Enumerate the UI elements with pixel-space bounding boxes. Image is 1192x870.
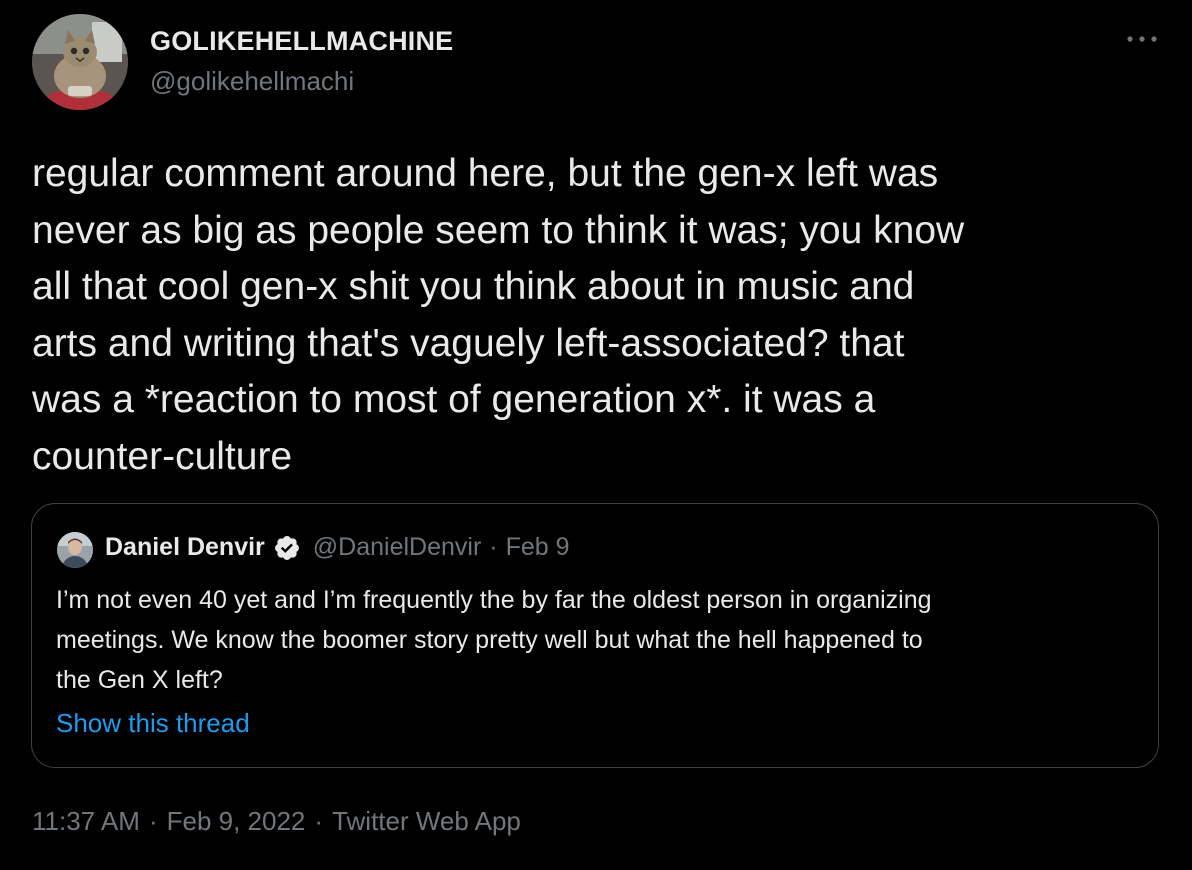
person-avatar-icon [57,532,93,568]
author-avatar[interactable] [32,14,128,110]
quoted-author-name[interactable]: Daniel Denvir [105,533,265,562]
quoted-tweet-text: I’m not even 40 yet and I’m frequently t… [56,586,932,694]
tweet-metadata: 11:37 AM · Feb 9, 2022 · Twitter Web App [32,806,521,837]
show-thread-link[interactable]: Show this thread [56,708,250,739]
ellipsis-icon [1127,36,1157,42]
more-options-button[interactable] [1122,24,1162,54]
verified-badge-icon [273,534,301,562]
separator-dot: · [148,806,158,836]
quoted-tweet-date[interactable]: Feb 9 [506,533,570,562]
tweet-timestamp-date[interactable]: Feb 9, 2022 [167,806,306,837]
author-display-name[interactable]: GOLIKEHELLMACHINE [150,26,453,57]
quoted-tweet-header: Daniel Denvir @DanielDenvir · Feb 9 [105,533,570,562]
tweet-text: regular comment around here, but the gen… [32,152,965,478]
separator-dot: · [314,806,324,836]
separator-dot: · [489,533,498,561]
tweet-source[interactable]: Twitter Web App [332,806,521,837]
quoted-tweet-card[interactable]: Daniel Denvir @DanielDenvir · Feb 9 I’m … [31,503,1159,768]
tweet-timestamp-time[interactable]: 11:37 AM [32,806,140,837]
quoted-author-handle[interactable]: @DanielDenvir [313,533,482,562]
quoted-author-avatar[interactable] [57,532,93,568]
tweet: GOLIKEHELLMACHINE @golikehellmachi regul… [0,0,1192,870]
cat-avatar-icon [32,14,128,110]
author-handle[interactable]: @golikehellmachi [150,66,354,97]
